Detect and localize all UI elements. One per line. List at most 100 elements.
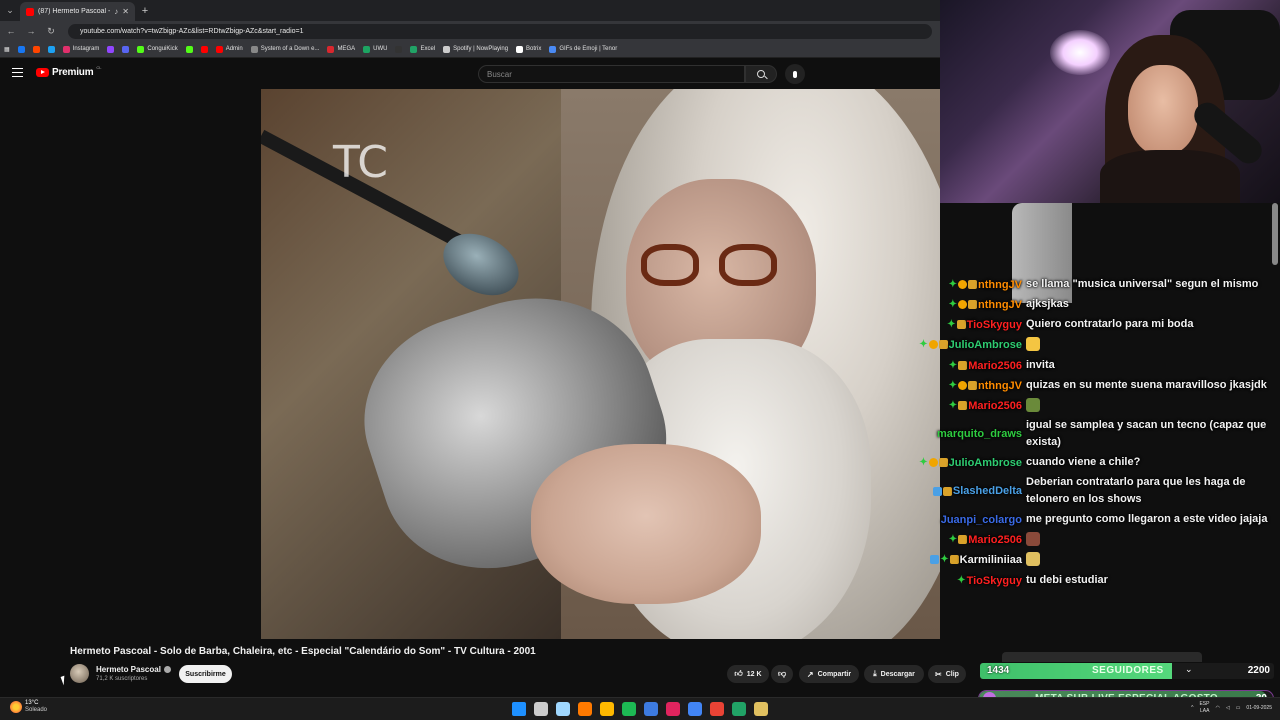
voice-search-button[interactable] bbox=[785, 64, 805, 84]
download-button[interactable]: ⤓ Descargar bbox=[864, 665, 924, 683]
youtube-logo[interactable]: Premium CL bbox=[36, 65, 102, 78]
like-button[interactable]: 👍︎ 12 K bbox=[727, 665, 769, 683]
bookmark-item[interactable]: Botrix bbox=[516, 45, 541, 53]
taskbar-app-icon[interactable] bbox=[534, 702, 548, 716]
chat-message-text: se llama "musica universal" segun el mis… bbox=[1026, 276, 1272, 293]
bookmark-item[interactable]: Spotify | NowPlaying bbox=[443, 45, 508, 53]
taskbar-app-icon[interactable] bbox=[556, 702, 570, 716]
channel-avatar[interactable] bbox=[70, 664, 89, 683]
video-player[interactable]: TC bbox=[261, 89, 940, 639]
bookmark-item[interactable] bbox=[185, 45, 193, 53]
chat-username[interactable]: Mario2506 bbox=[968, 534, 1022, 546]
clock[interactable]: 01-09-2025 bbox=[1246, 705, 1272, 712]
apps-icon[interactable]: ▦ bbox=[4, 46, 10, 53]
taskbar-app-icon[interactable] bbox=[710, 702, 724, 716]
bookmark-item[interactable] bbox=[395, 45, 403, 53]
language-indicator[interactable]: ESP LAA bbox=[1199, 701, 1209, 715]
chat-username[interactable]: JulioAmbrose bbox=[949, 457, 1022, 469]
subscriber-count: 71,2 K suscriptores bbox=[96, 676, 148, 682]
taskbar-app-icon[interactable] bbox=[578, 702, 592, 716]
chat-username[interactable]: nthngJV bbox=[978, 380, 1022, 392]
bookmark-item[interactable]: Instagram bbox=[62, 45, 99, 53]
chat-username[interactable]: TioSkyguy bbox=[967, 575, 1022, 587]
chat-username[interactable]: Mario2506 bbox=[968, 400, 1022, 412]
chat-message-text: tu debi estudiar bbox=[1026, 572, 1272, 589]
taskbar-app-icon[interactable] bbox=[688, 702, 702, 716]
battery-icon[interactable]: ▭ bbox=[1236, 705, 1241, 711]
bookmark-item[interactable]: UWU bbox=[363, 45, 387, 53]
chat-username[interactable]: SlashedDelta bbox=[953, 485, 1022, 497]
tray-chevron-icon[interactable]: ^ bbox=[1191, 705, 1193, 711]
forward-icon[interactable]: → bbox=[24, 26, 38, 36]
volume-icon[interactable]: ◁ bbox=[1226, 705, 1230, 711]
bookmark-item[interactable]: Admin bbox=[215, 45, 243, 53]
bookmark-item[interactable] bbox=[47, 45, 55, 53]
bookmark-label: System of a Down e... bbox=[260, 46, 320, 52]
tab-close-icon[interactable]: ✕ bbox=[122, 7, 129, 16]
bookmark-favicon-icon bbox=[363, 45, 371, 53]
lang-secondary: LAA bbox=[1200, 708, 1210, 714]
browser-tab[interactable]: (87) Hermeto Pascoal - Solo ♪ ✕ bbox=[20, 2, 135, 21]
chat-user-meta: marquito_draws bbox=[912, 417, 1022, 451]
chat-message: ✦ nthngJV quizas en su mente suena maravil… bbox=[912, 377, 1272, 394]
logo-country: CL bbox=[96, 65, 102, 70]
channel-name[interactable]: Hermeto Pascoal bbox=[96, 665, 171, 674]
taskbar-app-icon[interactable] bbox=[644, 702, 658, 716]
start-menu-icon[interactable] bbox=[512, 702, 526, 716]
weather-widget[interactable]: 13°C Soleado bbox=[10, 700, 47, 714]
subscriber-badge-icon bbox=[958, 361, 968, 370]
dislike-button[interactable]: 👎︎ bbox=[771, 665, 793, 683]
menu-icon[interactable] bbox=[12, 68, 23, 77]
bookmark-item[interactable]: Excel bbox=[410, 45, 435, 53]
chat-message-text: cuando viene a chile? bbox=[1026, 454, 1272, 471]
chat-message: ✦ Mario2506 bbox=[912, 531, 1272, 548]
bookmark-item[interactable] bbox=[32, 45, 40, 53]
chat-username[interactable]: nthngJV bbox=[978, 299, 1022, 311]
share-button[interactable]: ↗ Compartir bbox=[799, 665, 859, 683]
youtube-play-icon bbox=[36, 68, 49, 77]
bookmark-item[interactable]: GIFs de Emoji | Tenor bbox=[549, 45, 617, 53]
wifi-icon[interactable]: ◠ bbox=[1215, 705, 1219, 711]
vip-badge-icon: ✦ bbox=[948, 400, 958, 411]
chat-username[interactable]: TioSkyguy bbox=[967, 319, 1022, 331]
taskbar-app-icon[interactable] bbox=[622, 702, 636, 716]
page-scrollbar[interactable] bbox=[1272, 203, 1278, 265]
new-tab-button[interactable]: + bbox=[135, 5, 155, 17]
back-icon[interactable]: ← bbox=[4, 26, 18, 36]
clock-date: 01-09-2025 bbox=[1246, 704, 1272, 711]
bookmark-item[interactable]: System of a Down e... bbox=[250, 45, 320, 53]
search-button[interactable] bbox=[745, 65, 777, 83]
followers-goal: 2200 bbox=[1247, 665, 1270, 676]
chat-username[interactable]: Mario2506 bbox=[968, 360, 1022, 372]
bookmark-item[interactable] bbox=[17, 45, 25, 53]
search-input[interactable]: Buscar bbox=[478, 65, 745, 83]
chat-username[interactable]: Karmiliniiaa bbox=[960, 554, 1022, 566]
chat-username[interactable]: JulioAmbrose bbox=[949, 339, 1022, 351]
chat-username[interactable]: marquito_draws bbox=[937, 428, 1022, 440]
tab-search-icon[interactable]: ⌄ bbox=[0, 0, 20, 21]
subscribe-button[interactable]: Suscribirme bbox=[179, 665, 232, 683]
chat-text: ajksjkas bbox=[1026, 298, 1069, 310]
taskbar-app-icon[interactable] bbox=[600, 702, 614, 716]
bookmark-item[interactable] bbox=[107, 45, 115, 53]
bookmark-item[interactable]: MEGA bbox=[327, 45, 355, 53]
clip-button[interactable]: ✂ Clip bbox=[928, 665, 966, 683]
bookmark-item[interactable]: ConguiKick bbox=[137, 45, 178, 53]
browser-tabbar: ⌄ (87) Hermeto Pascoal - Solo ♪ ✕ + bbox=[0, 0, 940, 21]
chat-username[interactable]: Juanpi_colargo bbox=[941, 514, 1022, 526]
vip-badge-icon: ✦ bbox=[948, 534, 958, 545]
bookmark-favicon-icon bbox=[17, 45, 25, 53]
taskbar-app-icon[interactable] bbox=[732, 702, 746, 716]
chat-username[interactable]: nthngJV bbox=[978, 279, 1022, 291]
browser-toolbar: ← → ↻ youtube.com/watch?v=twZbigp-AZc&li… bbox=[0, 21, 940, 41]
bookmark-item[interactable] bbox=[200, 45, 208, 53]
vip-badge-icon: ✦ bbox=[919, 457, 928, 468]
chat-message-text bbox=[1026, 531, 1272, 548]
bookmark-favicon-icon bbox=[516, 45, 524, 53]
taskbar-app-icon[interactable] bbox=[754, 702, 768, 716]
tab-audio-icon[interactable]: ♪ bbox=[114, 7, 118, 16]
bookmark-item[interactable] bbox=[122, 45, 130, 53]
taskbar-app-icon[interactable] bbox=[666, 702, 680, 716]
address-bar[interactable]: youtube.com/watch?v=twZbigp-AZc&list=RDt… bbox=[68, 23, 932, 39]
reload-icon[interactable]: ↻ bbox=[44, 26, 58, 37]
